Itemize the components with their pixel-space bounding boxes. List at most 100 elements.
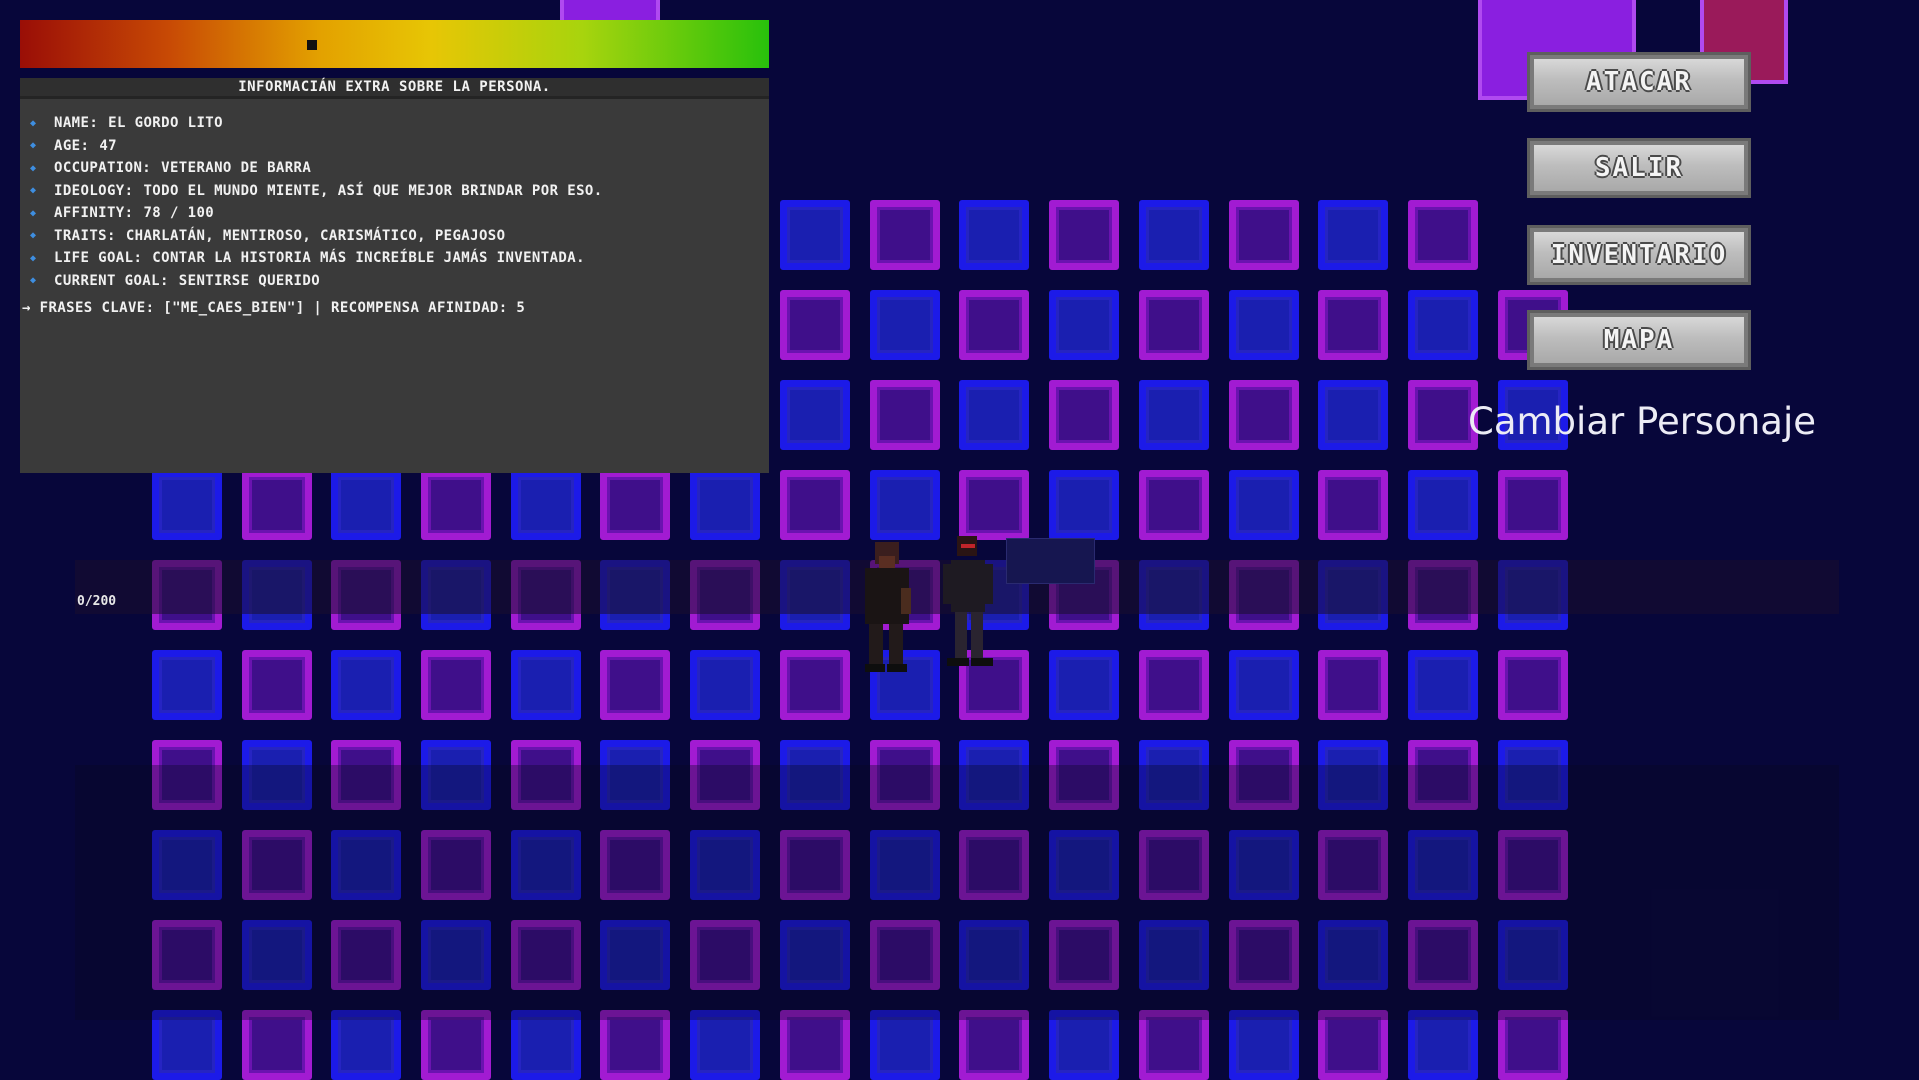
floor-tile (511, 1010, 581, 1080)
player-character[interactable] (935, 534, 999, 674)
info-item-label: LIFE GOAL: (54, 250, 143, 267)
npc-el-gordo-lito[interactable] (855, 538, 919, 680)
floor-tile (780, 1010, 850, 1080)
info-item: ◆ OCCUPATION: VETERANO DE BARRA (30, 157, 603, 180)
bullet-icon: ◆ (30, 185, 37, 197)
info-item: ◆ AGE: 47 (30, 135, 603, 158)
floor-tile (1229, 1010, 1299, 1080)
floor-tile (1229, 380, 1299, 450)
floor-tile (1139, 380, 1209, 450)
floor-tile (1408, 1010, 1478, 1080)
floor-tile (1049, 650, 1119, 720)
exit-button[interactable]: SALIR (1527, 138, 1751, 198)
info-item-value: CHARLATÁN, MENTIROSO, CARISMÁTICO, PEGAJ… (125, 227, 506, 244)
floor-tile (1139, 1010, 1209, 1080)
floor-tile (959, 470, 1029, 540)
floor-tile (690, 470, 760, 540)
floor-tile (1139, 470, 1209, 540)
info-item-value: 47 (99, 137, 117, 154)
info-item-label: IDEOLOGY: (54, 182, 134, 199)
info-panel-header: INFORMACIÁN EXTRA SOBRE LA PERSONA. (20, 78, 769, 99)
floor-tile (1049, 290, 1119, 360)
floor-tile (780, 470, 850, 540)
floor-tile (1318, 1010, 1388, 1080)
floor-tile (600, 650, 670, 720)
floor-tile (1139, 650, 1209, 720)
floor-tile (870, 470, 940, 540)
info-list: ◆ NAME: EL GORDO LITO ◆ AGE: 47 ◆ OCCUPATION: VE… (30, 112, 603, 292)
info-item-value: TODO EL MUNDO MIENTE, ASÍ QUE MEJOR BRIN… (143, 182, 603, 199)
floor-tile (1229, 200, 1299, 270)
floor-tile (600, 470, 670, 540)
affinity-bar (20, 20, 769, 68)
floor-tile (1049, 380, 1119, 450)
key-phrases-line: → FRASES CLAVE: ["ME_CAES_BIEN"] | RECOM… (22, 300, 526, 316)
bullet-icon: ◆ (30, 275, 37, 287)
floor-tile (600, 1010, 670, 1080)
floor-tile (690, 650, 760, 720)
info-item-value: 78 / 100 (143, 205, 215, 222)
info-item-label: CURRENT GOAL: (54, 272, 169, 289)
floor-tile (780, 650, 850, 720)
floor-tile (690, 1010, 760, 1080)
floor-tile (1498, 1010, 1568, 1080)
info-item-label: OCCUPATION: (54, 160, 152, 177)
affinity-marker (307, 40, 318, 50)
floor-tile (421, 470, 491, 540)
floor-tile (242, 470, 312, 540)
inventory-button[interactable]: INVENTARIO (1527, 225, 1751, 285)
floor-tile (1049, 200, 1119, 270)
info-item-label: TRAITS: (54, 227, 116, 244)
floor-tile (959, 1010, 1029, 1080)
info-item-value: EL GORDO LITO (108, 115, 223, 132)
attack-button[interactable]: ATACAR (1527, 52, 1751, 112)
floor-tile (1229, 470, 1299, 540)
change-character-link[interactable]: Cambiar Personaje (1468, 400, 1816, 443)
floor-tile (1498, 470, 1568, 540)
floor-tile (1408, 470, 1478, 540)
floor-tile (1049, 1010, 1119, 1080)
floor-tile (331, 1010, 401, 1080)
info-item-value: VETERANO DE BARRA (161, 160, 312, 177)
floor-tile (511, 650, 581, 720)
floor-tile (1408, 290, 1478, 360)
floor-tile (1139, 200, 1209, 270)
floor-tile (511, 470, 581, 540)
bullet-icon: ◆ (30, 207, 37, 219)
floor-tile (1408, 200, 1478, 270)
bullet-icon: ◆ (30, 140, 37, 152)
floor-tile (331, 650, 401, 720)
floor-tile (870, 1010, 940, 1080)
floor-tile (870, 290, 940, 360)
floor-tile (1318, 200, 1388, 270)
bullet-icon: ◆ (30, 252, 37, 264)
info-item-label: AFFINITY: (54, 205, 134, 222)
floor-tile (780, 290, 850, 360)
floor-tile (1049, 470, 1119, 540)
floor-tile (1318, 380, 1388, 450)
floor-tile (242, 1010, 312, 1080)
floor-tile (1229, 290, 1299, 360)
info-item-value: SENTIRSE QUERIDO (178, 272, 321, 289)
floor-tile (242, 650, 312, 720)
info-item: ◆ IDEOLOGY: TODO EL MUNDO MIENTE, ASÍ QUE … (30, 180, 603, 203)
floor-tile (780, 380, 850, 450)
info-item-value: CONTAR LA HISTORIA MÁS INCREÍBLE JAMÁS I… (152, 250, 585, 267)
floor-tile (1318, 290, 1388, 360)
floor-tile (152, 470, 222, 540)
map-button[interactable]: MAPA (1527, 310, 1751, 370)
floor-tile (1318, 650, 1388, 720)
lower-overlay-band (75, 765, 1839, 1020)
info-item: ◆ TRAITS: CHARLATÁN, MENTIROSO, CARISMÁTIC… (30, 225, 603, 248)
progress-counter: 0/200 (77, 594, 117, 609)
info-item: ◆ AFFINITY: 78 / 100 (30, 202, 603, 225)
bullet-icon: ◆ (30, 162, 37, 174)
floor-tile (870, 200, 940, 270)
floor-tile (870, 380, 940, 450)
floor-tile (331, 470, 401, 540)
floor-tile (1229, 650, 1299, 720)
floor-tile (1498, 650, 1568, 720)
info-item: ◆ LIFE GOAL: CONTAR LA HISTORIA MÁS INCREÍ… (30, 247, 603, 270)
floor-tile (421, 650, 491, 720)
interaction-prompt-icon (1006, 538, 1095, 584)
